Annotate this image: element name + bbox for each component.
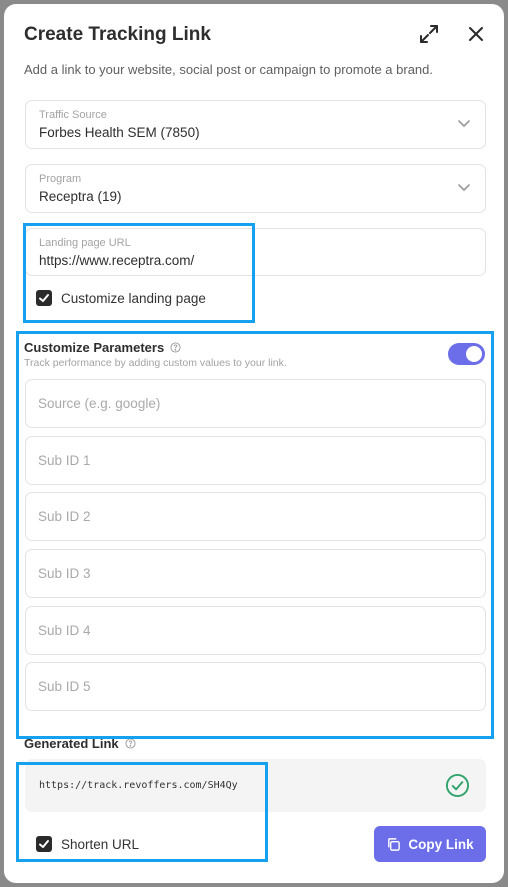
copy-icon — [388, 837, 401, 851]
shorten-url-label: Shorten URL — [61, 836, 140, 852]
modal-subtitle: Add a link to your website, social post … — [24, 62, 433, 77]
checkmark-icon[interactable] — [36, 836, 52, 852]
landing-page-url-value[interactable]: https://www.receptra.com/ — [39, 253, 194, 268]
traffic-source-value: Forbes Health SEM (7850) — [39, 125, 200, 140]
chevron-down-icon — [458, 184, 470, 191]
customize-parameters-toggle[interactable] — [448, 343, 485, 365]
sub-id-1-input[interactable] — [25, 436, 486, 485]
create-tracking-link-modal: Create Tracking Link Add a link to your … — [4, 4, 504, 883]
copy-link-label: Copy Link — [408, 836, 474, 852]
shorten-url-checkbox[interactable]: Shorten URL — [36, 836, 139, 852]
customize-landing-page-label: Customize landing page — [61, 290, 206, 306]
source-input[interactable] — [25, 379, 486, 428]
copy-link-button[interactable]: Copy Link — [374, 826, 486, 862]
program-select[interactable]: Program Receptra (19) — [25, 164, 486, 213]
program-value: Receptra (19) — [39, 189, 122, 204]
check-circle-icon — [445, 773, 470, 798]
close-icon[interactable] — [464, 22, 488, 46]
landing-page-url-field[interactable]: Landing page URL https://www.receptra.co… — [25, 228, 486, 276]
generated-link-title: Generated Link — [24, 736, 119, 751]
checkmark-icon[interactable] — [36, 290, 52, 306]
traffic-source-label: Traffic Source — [39, 109, 107, 121]
program-label: Program — [39, 173, 82, 185]
help-circle-icon[interactable] — [170, 342, 181, 353]
customize-landing-page-checkbox[interactable]: Customize landing page — [36, 290, 206, 306]
generated-link-url[interactable]: https://track.revoffers.com/SH4Qy — [39, 780, 238, 791]
help-circle-icon[interactable] — [125, 738, 136, 749]
customize-parameters-heading: Customize Parameters — [24, 340, 181, 355]
sub-id-4-input[interactable] — [25, 606, 486, 655]
sub-id-5-input[interactable] — [25, 662, 486, 711]
sub-id-3-input[interactable] — [25, 549, 486, 598]
customize-parameters-title: Customize Parameters — [24, 340, 165, 355]
customize-parameters-description: Track performance by adding custom value… — [24, 357, 287, 369]
generated-link-heading: Generated Link — [24, 736, 136, 751]
landing-page-url-label: Landing page URL — [39, 237, 131, 249]
expand-icon[interactable] — [417, 22, 441, 46]
generated-link-box: https://track.revoffers.com/SH4Qy — [25, 759, 486, 812]
modal-title: Create Tracking Link — [24, 24, 211, 45]
traffic-source-select[interactable]: Traffic Source Forbes Health SEM (7850) — [25, 100, 486, 149]
sub-id-2-input[interactable] — [25, 492, 486, 541]
toggle-knob — [466, 346, 482, 362]
chevron-down-icon — [458, 120, 470, 127]
